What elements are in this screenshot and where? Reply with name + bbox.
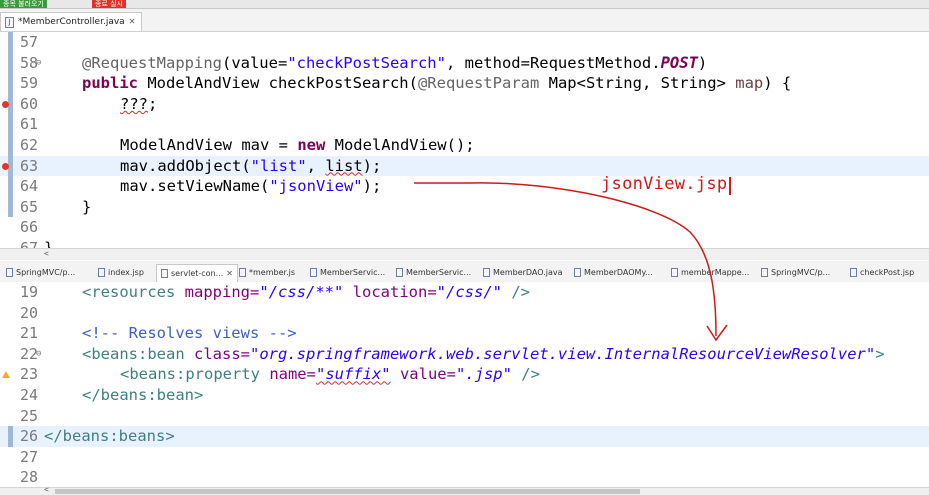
annotation-arrow-head (706, 324, 728, 342)
annotation-arrow-line (414, 182, 717, 337)
annotation-arrow (414, 182, 728, 342)
